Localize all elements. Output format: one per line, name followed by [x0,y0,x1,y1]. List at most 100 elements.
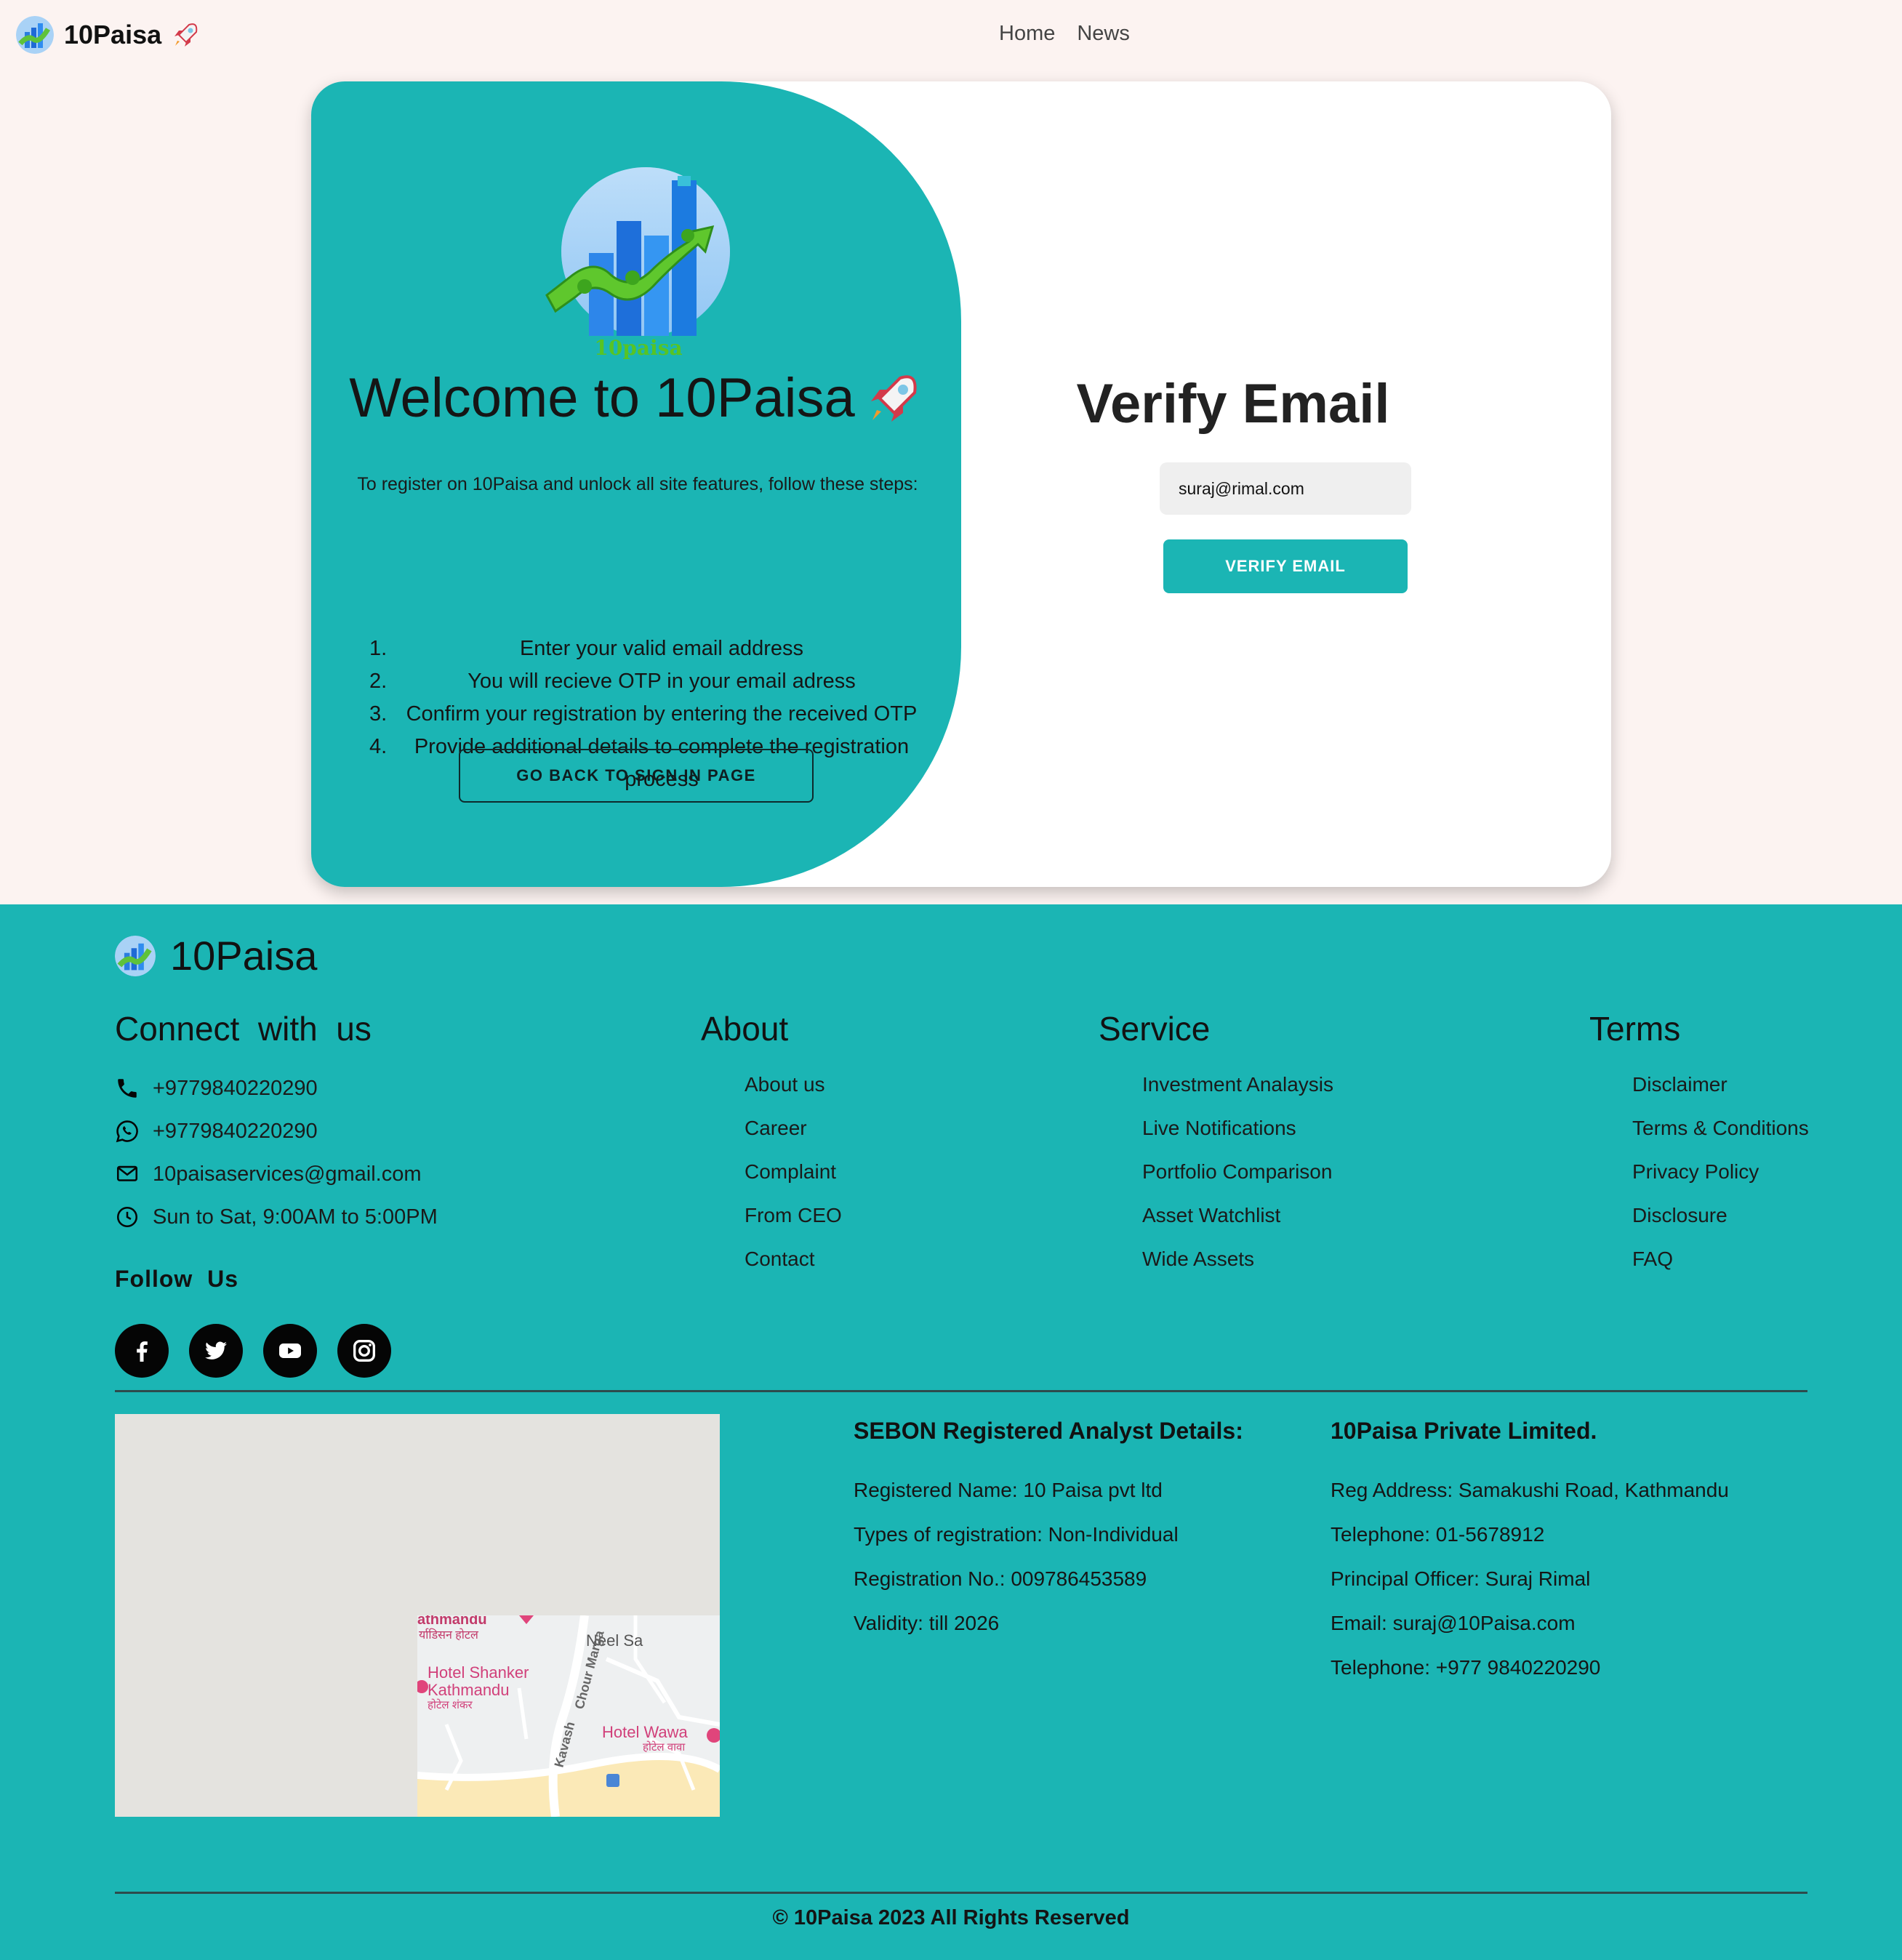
welcome-heading: Welcome to 10Paisa [311,366,961,430]
footer-link-disclaimer[interactable]: Disclaimer [1632,1073,1809,1117]
company-title: 10Paisa Private Limited. [1331,1418,1597,1444]
mail-icon [116,1165,138,1181]
contact-whatsapp-text: +9779840220290 [153,1119,318,1143]
step-item: 1. Enter your valid email address [369,632,922,665]
step-text: Enter your valid email address [519,637,804,660]
sebon-details: Registered Name: 10 Paisa pvt ltd Types … [854,1479,1179,1656]
service-title: Service [1099,1010,1211,1048]
instagram-button[interactable] [337,1324,391,1378]
map-label-hotel-wawa-local: होटेल वावा [643,1740,686,1754]
top-navbar: 10Paisa Home News [0,0,1902,70]
map-label-kathmandu-local: र्याडिसन होटल [419,1628,479,1642]
connect-title: Connect with us [115,1010,372,1048]
footer-link-career[interactable]: Career [745,1117,842,1160]
footer-link-live-notifications[interactable]: Live Notifications [1142,1117,1333,1160]
map-label-hotel-wawa: Hotel Wawa [602,1723,689,1741]
brand-logo-icon [115,935,156,976]
verify-email-title: Verify Email [1076,373,1390,435]
company-principal-officer: Principal Officer: Suraj Rimal [1331,1567,1591,1590]
step-number: 2. [369,670,388,693]
phone-icon [118,1079,137,1098]
contact-hours: Sun to Sat, 9:00AM to 5:00PM [115,1205,438,1229]
footer-link-portfolio-comparison[interactable]: Portfolio Comparison [1142,1160,1333,1204]
welcome-intro: To register on 10Paisa and unlock all si… [357,474,918,494]
footer-link-about-us[interactable]: About us [745,1073,842,1117]
clock-icon [116,1206,138,1228]
rocket-icon [174,23,198,47]
twitter-button[interactable] [189,1324,243,1378]
facebook-button[interactable] [115,1324,169,1378]
footer-bottom-divider [115,1892,1807,1894]
rocket-icon [870,374,917,422]
nav-link-home[interactable]: Home [999,22,1055,46]
sebon-registered-name: Registered Name: 10 Paisa pvt ltd [854,1479,1163,1501]
instagram-icon [353,1340,375,1362]
twitter-icon [205,1341,227,1359]
about-title: About [701,1010,789,1048]
nav-brand[interactable]: 10Paisa [16,16,201,54]
about-links: About us Career Complaint From CEO Conta… [745,1073,842,1291]
brand-name: 10Paisa [64,20,162,49]
contact-phone-text: +9779840220290 [153,1076,318,1100]
step-item: 2. You will recieve OTP in your email ad… [369,665,922,698]
contact-phone[interactable]: +9779840220290 [115,1076,318,1101]
nav-link-news[interactable]: News [1077,22,1130,46]
footer-brand-name: 10Paisa [170,933,318,979]
company-mobile: Telephone: +977 9840220290 [1331,1656,1601,1679]
company-email: Email: suraj@10Paisa.com [1331,1612,1576,1634]
company-telephone: Telephone: 01-5678912 [1331,1523,1545,1546]
footer-link-privacy-policy[interactable]: Privacy Policy [1632,1160,1809,1204]
contact-email-text: 10paisaservices@gmail.com [153,1162,422,1186]
terms-title: Terms [1589,1010,1681,1048]
whatsapp-icon [116,1120,138,1143]
back-to-signin-button[interactable]: GO BACK TO SIGN IN PAGE [459,749,814,803]
social-links [115,1324,391,1378]
follow-us-title: Follow Us [115,1266,238,1292]
email-field[interactable] [1160,462,1411,515]
step-text: Confirm your registration by entering th… [406,702,918,726]
register-card: 10paisa Welcome to 10Paisa To register o… [311,81,1611,887]
contact-hours-text: Sun to Sat, 9:00AM to 5:00PM [153,1205,438,1229]
site-footer: 10Paisa Connect with us +9779840220290 +… [0,904,1902,1960]
location-map[interactable]: athmandu र्याडिसन होटल Hotel Shanker Kat… [115,1414,720,1817]
footer-link-from-ceo[interactable]: From CEO [745,1204,842,1248]
footer-link-terms-conditions[interactable]: Terms & Conditions [1632,1117,1809,1160]
footer-link-complaint[interactable]: Complaint [745,1160,842,1204]
step-text: You will recieve OTP in your email adres… [468,670,856,693]
map-label-hotel-shanker-city: Kathmandu [428,1681,510,1699]
terms-links: Disclaimer Terms & Conditions Privacy Po… [1632,1073,1809,1291]
map-tile: athmandu र्याडिसन होटल Hotel Shanker Kat… [417,1615,720,1817]
nav-links: Home News [999,22,1130,46]
footer-link-wide-assets[interactable]: Wide Assets [1142,1248,1333,1291]
map-label-hotel-shanker-local: होटेल शंकर [428,1698,473,1711]
sebon-title: SEBON Registered Analyst Details: [854,1418,1243,1444]
youtube-button[interactable] [263,1324,317,1378]
footer-link-faq[interactable]: FAQ [1632,1248,1809,1291]
welcome-panel: 10paisa Welcome to 10Paisa To register o… [311,81,961,887]
sebon-validity: Validity: till 2026 [854,1612,1000,1634]
footer-link-investment-analysis[interactable]: Investment Analaysis [1142,1073,1333,1117]
facebook-icon [137,1341,148,1362]
sebon-registration-type: Types of registration: Non-Individual [854,1523,1179,1546]
service-links: Investment Analaysis Live Notifications … [1142,1073,1333,1291]
verify-email-button[interactable]: VERIFY EMAIL [1163,539,1408,593]
footer-divider [115,1390,1807,1392]
company-details: Reg Address: Samakushi Road, Kathmandu T… [1331,1479,1729,1700]
contact-whatsapp[interactable]: +9779840220290 [115,1119,318,1144]
sebon-registration-number: Registration No.: 009786453589 [854,1567,1147,1590]
company-address: Reg Address: Samakushi Road, Kathmandu [1331,1479,1729,1501]
step-item: 3. Confirm your registration by entering… [369,698,922,731]
contact-email[interactable]: 10paisaservices@gmail.com [115,1162,422,1186]
footer-link-asset-watchlist[interactable]: Asset Watchlist [1142,1204,1333,1248]
map-label-kathmandu: athmandu [417,1615,487,1628]
footer-link-contact[interactable]: Contact [745,1248,842,1291]
map-label-hotel-shanker: Hotel Shanker [428,1663,529,1682]
welcome-title-text: Welcome to 10Paisa [349,367,855,429]
step-number: 4. [369,735,388,758]
footer-brand[interactable]: 10Paisa [115,932,317,979]
footer-link-disclosure[interactable]: Disclosure [1632,1204,1809,1248]
step-number: 3. [369,702,388,726]
copyright-text: © 10Paisa 2023 All Rights Reserved [772,1906,1130,1929]
hero-logo-caption: 10paisa [594,336,683,360]
youtube-icon [279,1344,301,1358]
